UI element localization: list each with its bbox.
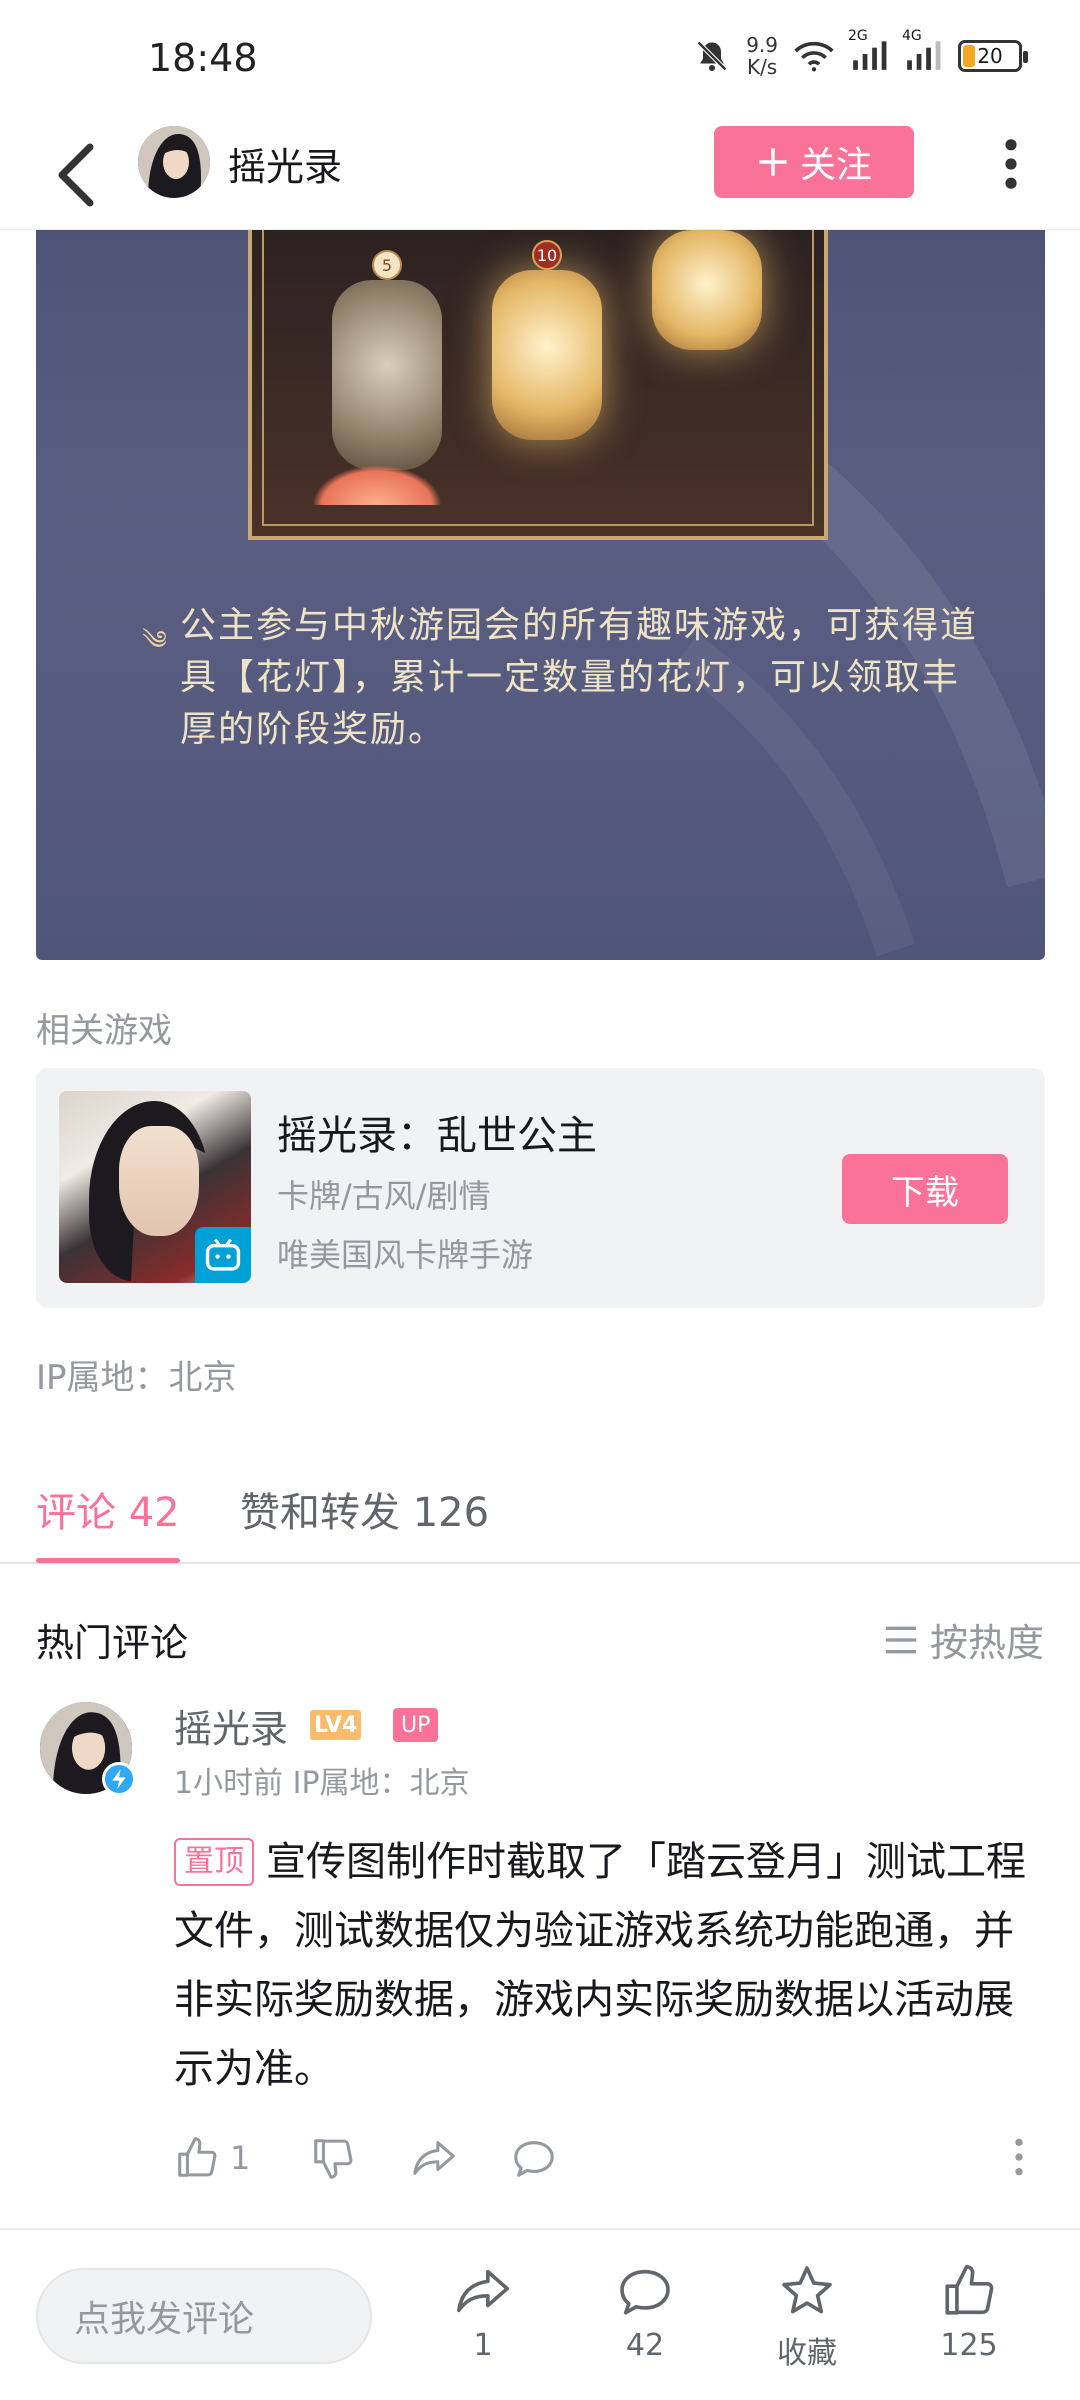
related-games-label: 相关游戏 xyxy=(36,1011,172,1051)
comment-input[interactable]: 点我发评论 xyxy=(36,2268,372,2364)
comment-count: 42 xyxy=(625,2328,665,2363)
net-speed: 9.9 K/s xyxy=(746,34,778,78)
more-options-button[interactable] xyxy=(996,132,1026,196)
comment-dislike-button[interactable] xyxy=(310,2135,356,2181)
header-avatar[interactable] xyxy=(138,126,210,198)
comment-actions: 1 xyxy=(174,2135,1044,2195)
thumb-down-icon xyxy=(314,2139,353,2179)
battery-level: 20 xyxy=(977,44,1003,68)
comment-body: 宣传图制作时截取了「踏云登月」测试工程文件，测试数据仅为验证游戏系统功能跑通，并… xyxy=(174,1839,1026,2092)
more-vertical-icon xyxy=(1015,2138,1023,2176)
active-tab-indicator xyxy=(36,1558,180,1563)
status-icons: 9.9 K/s 2G 4G 20 xyxy=(694,28,1028,78)
wifi-icon xyxy=(794,41,834,72)
bottom-divider xyxy=(0,2228,1080,2230)
signal-4g-label: 4G xyxy=(902,28,922,44)
signal-2g-label: 2G xyxy=(848,28,868,44)
signal-2g: 2G xyxy=(848,28,888,74)
bottom-like-button[interactable]: 125 xyxy=(909,2262,1029,2363)
comment-text[interactable]: 置顶 宣传图制作时截取了「踏云登月」测试工程文件，测试数据仅为验证游戏系统功能跑通… xyxy=(174,1828,1044,2104)
pinned-tag: 置顶 xyxy=(174,1838,254,1886)
battery-icon: 20 xyxy=(958,40,1028,72)
related-game-card[interactable]: 摇光录：乱世公主 卡牌/古风/剧情 唯美国风卡牌手游 下载 xyxy=(36,1068,1045,1308)
header-username[interactable]: 摇光录 xyxy=(228,136,342,191)
comment-like-count: 1 xyxy=(230,2139,251,2177)
lantern-2: 10 xyxy=(492,240,602,440)
game-title: 摇光录：乱世公主 xyxy=(277,1113,597,1159)
verified-lightning-icon xyxy=(102,1762,136,1796)
comment-more-button[interactable] xyxy=(1012,2135,1026,2179)
bottom-favorite-button[interactable]: 收藏 xyxy=(747,2262,867,2372)
status-time: 18:48 xyxy=(148,36,258,80)
up-badge: UP xyxy=(393,1708,439,1742)
tab-likes-reposts[interactable]: 赞和转发 126 xyxy=(240,1480,489,1538)
comment-tabs: 评论 42 赞和转发 126 xyxy=(0,1460,1080,1564)
status-bar: 18:48 9.9 K/s 2G 4G 20 xyxy=(0,0,1080,120)
comment-share-button[interactable] xyxy=(410,2135,458,2181)
comment-bubble-icon xyxy=(620,2269,670,2315)
comment-like-button[interactable]: 1 xyxy=(174,2135,250,2181)
image-caption-text: 公主参与中秋游园会的所有趣味游戏，可获得道具【花灯】，累计一定数量的花灯，可以领… xyxy=(180,605,979,750)
lotus-decoration xyxy=(312,465,442,505)
game-icon xyxy=(59,1091,251,1283)
share-icon xyxy=(413,2141,455,2175)
lantern-1: 5 xyxy=(332,250,442,470)
download-button[interactable]: 下载 xyxy=(842,1154,1008,1224)
level-badge: LV4 xyxy=(310,1710,362,1740)
share-icon xyxy=(457,2269,509,2313)
top-nav-bar: 摇光录 关注 xyxy=(0,120,1080,230)
cloud-ornament-icon: ༄ xyxy=(142,626,167,656)
lantern-badge-2: 10 xyxy=(532,240,562,270)
sort-lines-icon xyxy=(885,1626,916,1653)
hot-comments-title: 热门评论 xyxy=(36,1621,189,1665)
star-icon xyxy=(782,2266,832,2314)
sort-label: 按热度 xyxy=(929,1621,1044,1665)
share-count: 1 xyxy=(473,2328,493,2363)
avatar-illustration xyxy=(138,126,210,198)
like-count: 125 xyxy=(940,2328,998,2363)
comment-avatar[interactable] xyxy=(40,1702,136,1796)
thumb-up-icon xyxy=(945,2265,994,2315)
follow-label: 关注 xyxy=(799,145,872,186)
tab-comments[interactable]: 评论 42 xyxy=(36,1480,180,1538)
net-speed-unit: K/s xyxy=(746,55,778,79)
post-ip-location: IP属地：北京 xyxy=(36,1358,237,1398)
mute-bell-icon xyxy=(697,40,728,72)
comment-meta: 1小时前 IP属地：北京 xyxy=(174,1766,470,1801)
thumb-up-icon xyxy=(178,2137,217,2177)
bottom-action-bar: 点我发评论 1 42 收藏 125 xyxy=(0,2232,1080,2400)
plus-icon xyxy=(759,148,787,176)
game-tags: 卡牌/古风/剧情 xyxy=(277,1177,491,1215)
comment-username[interactable]: 摇光录 xyxy=(174,1698,288,1753)
lantern-badge-1: 5 xyxy=(372,250,402,280)
favorite-label: 收藏 xyxy=(777,2336,837,2371)
follow-button[interactable]: 关注 xyxy=(714,126,914,198)
comment-bubble-icon xyxy=(514,2141,554,2177)
lantern-3 xyxy=(652,230,762,350)
article-image[interactable]: 5 10 ༄ 公主参与中秋游园会的所有趣味游戏，可获得道具【花灯】，累计一定数量… xyxy=(36,230,1045,960)
comment-item: 摇光录 LV4 UP 1小时前 IP属地：北京 置顶 宣传图制作时截取了「踏云登月… xyxy=(0,1690,1080,2230)
back-button[interactable] xyxy=(46,135,106,215)
signal-4g: 4G xyxy=(902,28,942,74)
net-speed-value: 9.9 xyxy=(746,33,778,57)
more-vertical-icon xyxy=(1005,139,1017,189)
bilibili-tv-icon xyxy=(195,1227,251,1283)
game-description: 唯美国风卡牌手游 xyxy=(277,1236,534,1274)
comment-reply-button[interactable] xyxy=(510,2135,558,2181)
lantern-frame: 5 10 xyxy=(248,230,828,540)
bottom-comment-button[interactable]: 42 xyxy=(585,2262,705,2363)
sort-button[interactable]: 按热度 xyxy=(884,1612,1044,1667)
bottom-share-button[interactable]: 1 xyxy=(423,2262,543,2363)
back-arrow-icon xyxy=(58,143,94,207)
